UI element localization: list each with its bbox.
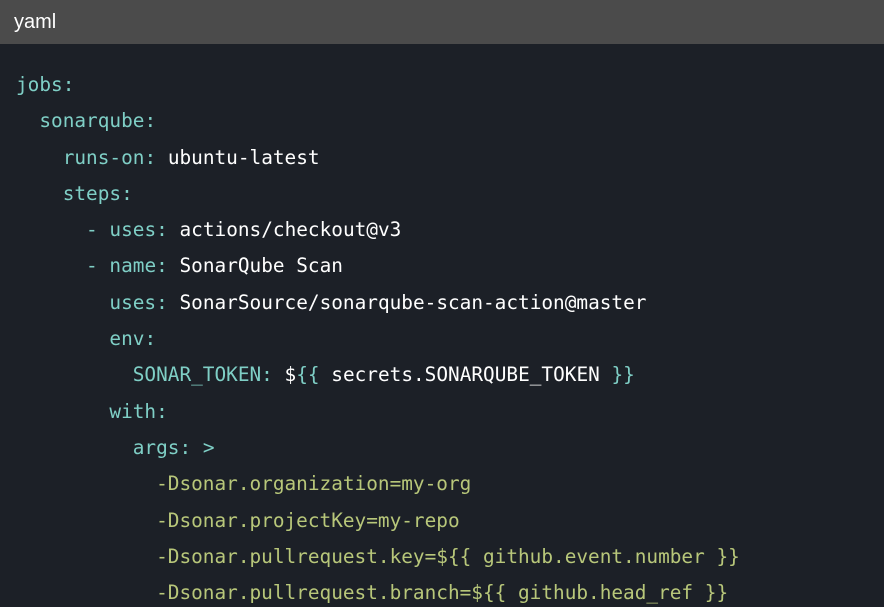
code-line: with:: [109, 399, 168, 423]
code-content[interactable]: jobs: sonarqube: runs-on: ubuntu-latest …: [16, 67, 740, 607]
code-block-header: yaml: [0, 0, 884, 44]
code-line: args: >: [132, 435, 215, 459]
code-line: -Dsonar.pullrequest.branch=${{ github.he…: [156, 581, 729, 605]
code-line: - name: SonarQube Scan: [86, 254, 343, 278]
code-line: -Dsonar.organization=my-org: [156, 472, 472, 496]
code-line: SONAR_TOKEN: ${{ secrets.SONARQUBE_TOKEN…: [132, 363, 635, 387]
code-line: -Dsonar.pullrequest.key=${{ github.event…: [156, 544, 740, 568]
code-line: sonarqube:: [39, 109, 157, 133]
code-line: -Dsonar.projectKey=my-repo: [156, 508, 460, 532]
code-line: env:: [109, 327, 157, 351]
code-line: uses: SonarSource/sonarqube-scan-action@…: [109, 290, 647, 314]
language-label: yaml: [14, 10, 57, 33]
code-line: runs-on: ubuntu-latest: [62, 145, 320, 169]
code-line: - uses: actions/checkout@v3: [86, 218, 402, 242]
code-block: yaml jobs: sonarqube: runs-on: ubuntu-la…: [0, 0, 884, 607]
code-line: steps:: [62, 181, 133, 205]
code-line: jobs:: [16, 73, 75, 96]
